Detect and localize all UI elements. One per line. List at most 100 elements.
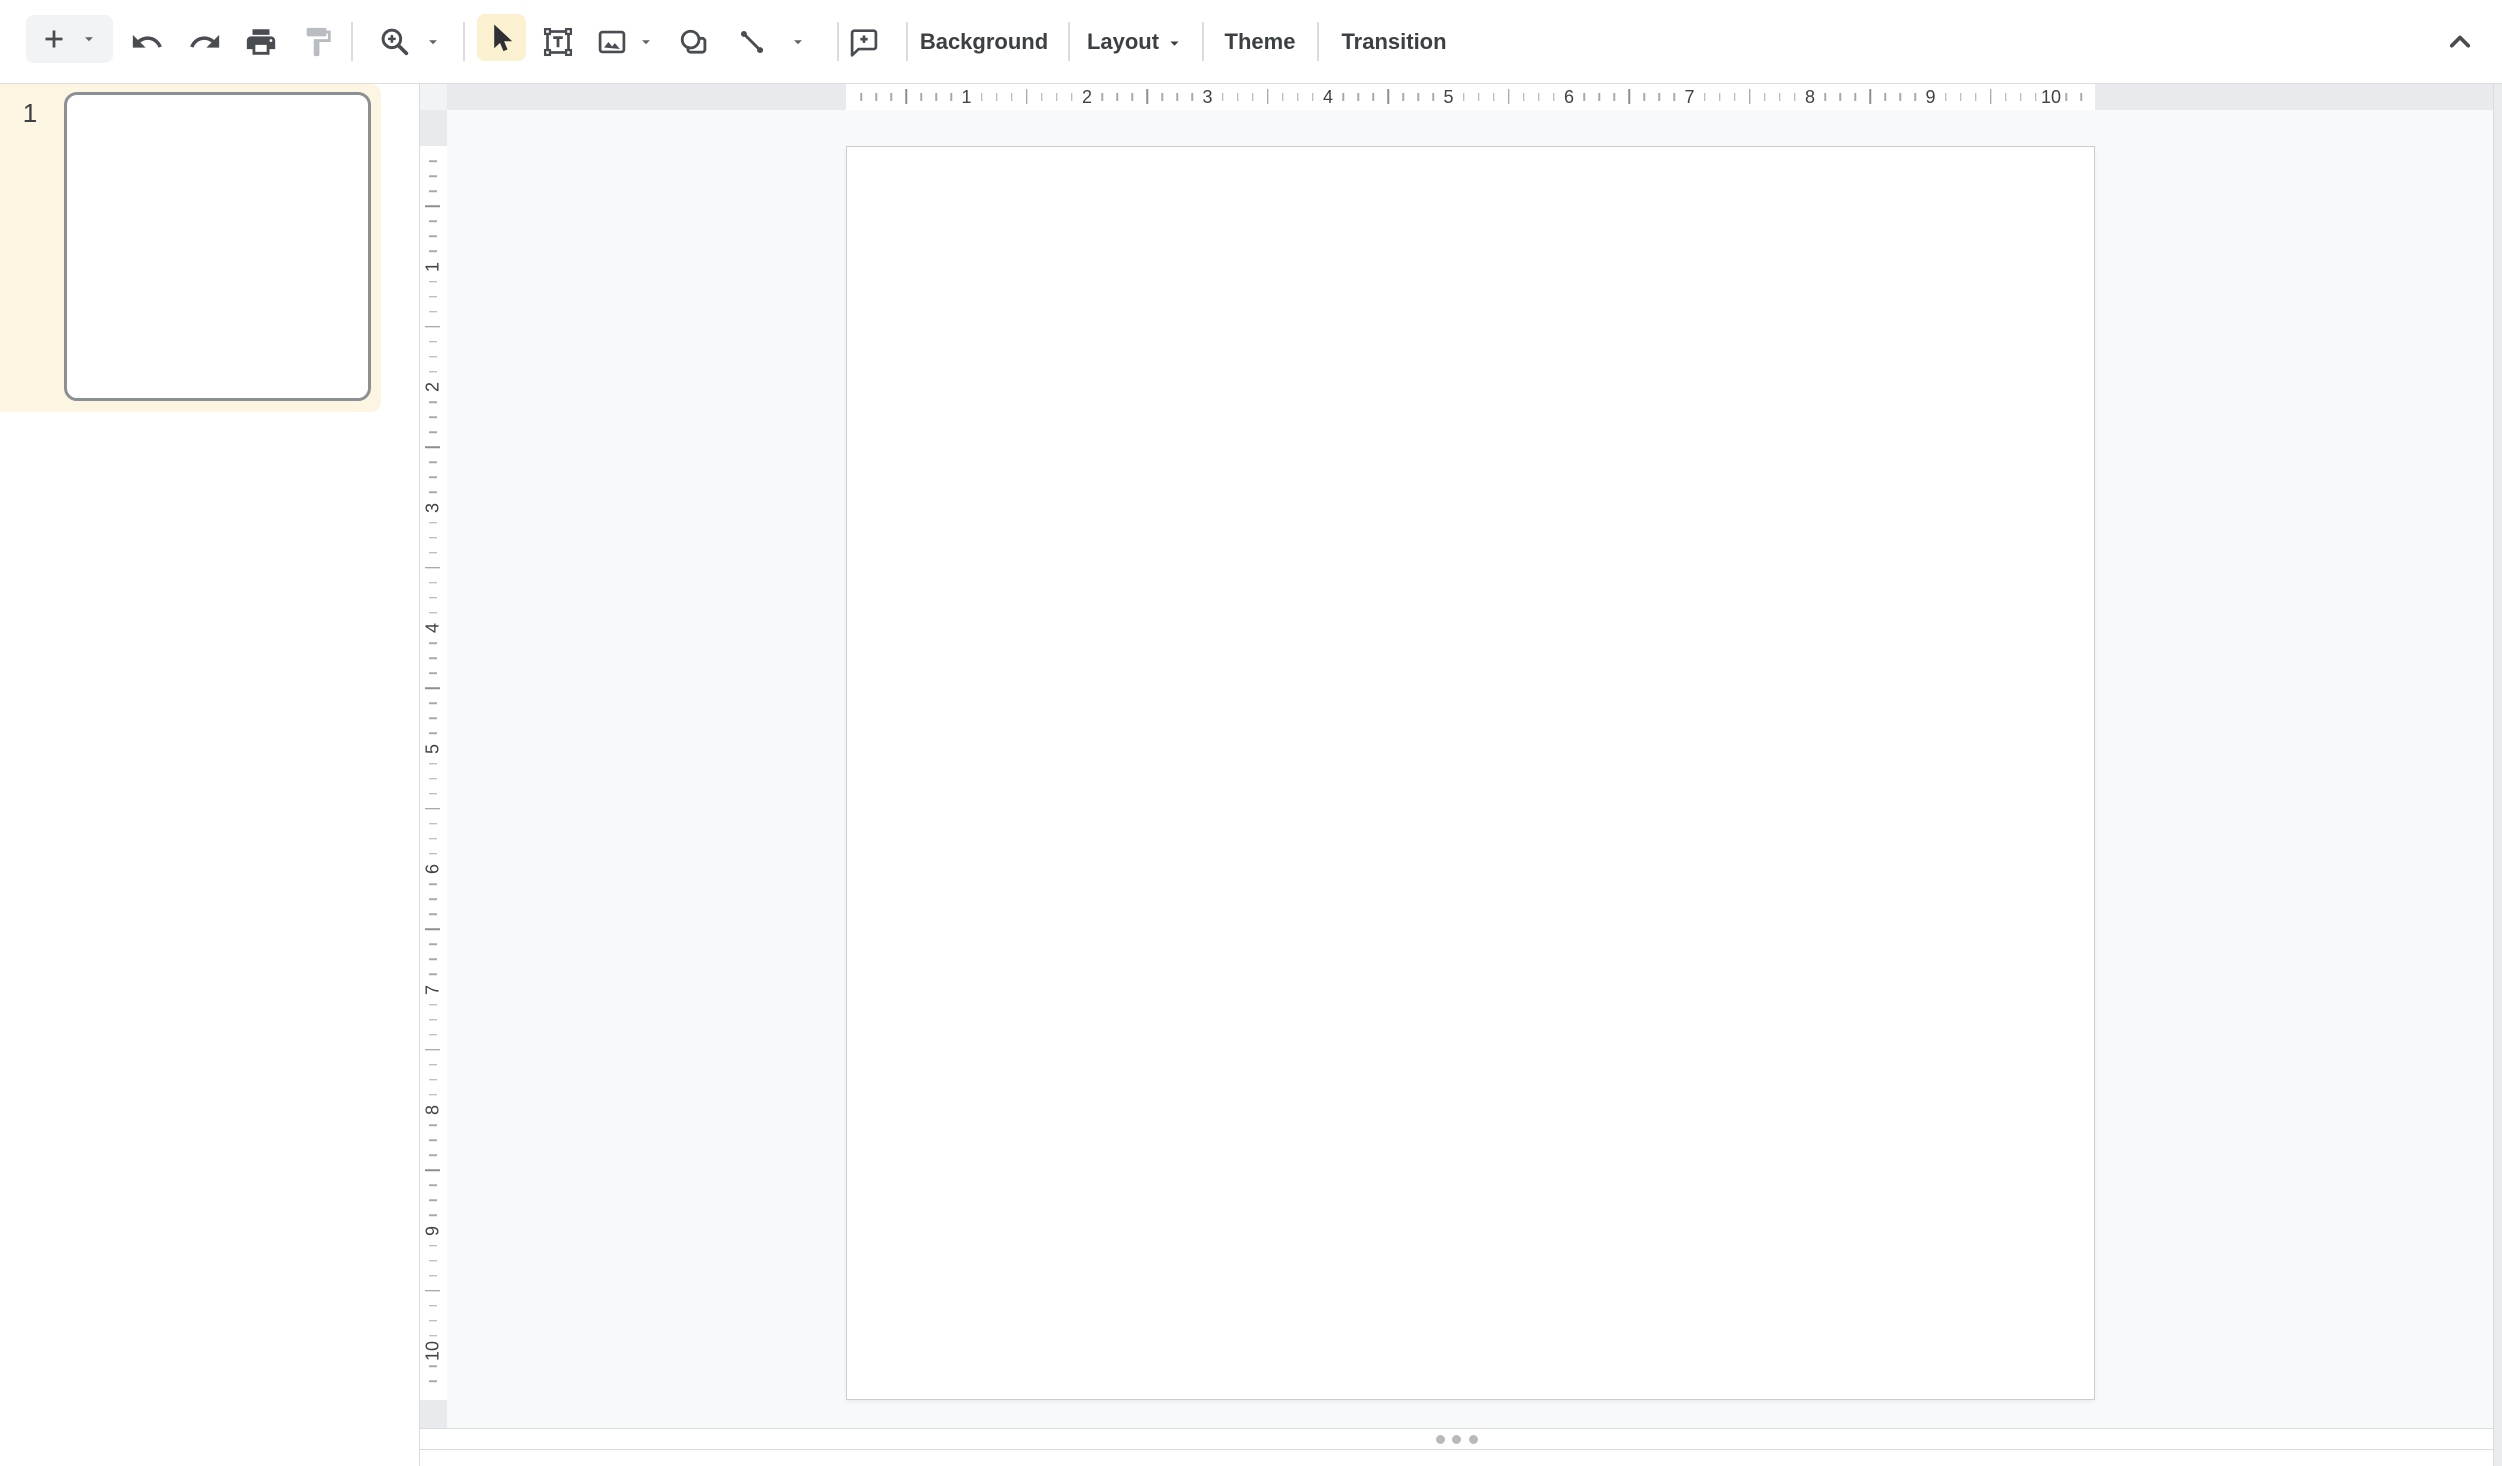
ruler-tick (1900, 93, 1902, 101)
ruler-tick (425, 206, 440, 208)
h-ruler-number: 7 (1684, 84, 1694, 110)
ruler-tick (429, 642, 437, 644)
ruler-tick (875, 93, 877, 101)
ruler-tick (936, 93, 938, 101)
ruler-tick (429, 537, 437, 539)
line-dropdown-caret[interactable] (789, 33, 807, 51)
ruler-tick (906, 89, 908, 104)
ruler-tick (429, 1019, 437, 1021)
h-ruler-number: 3 (1202, 84, 1212, 110)
undo-button[interactable] (129, 24, 165, 60)
slide-page[interactable] (846, 146, 2095, 1400)
slides-editor: Background Layout Theme Transition 1 (0, 0, 2502, 1466)
right-scrollbar-track[interactable] (2493, 84, 2502, 1466)
ruler-tick (429, 898, 437, 900)
zoom-button[interactable] (377, 24, 413, 60)
theme-button[interactable]: Theme (1212, 0, 1308, 83)
ruler-tick (1101, 93, 1103, 101)
layout-button[interactable]: Layout (1078, 0, 1192, 83)
paint-format-button[interactable] (300, 24, 336, 60)
ruler-tick (429, 1124, 437, 1126)
ruler-tick (1870, 89, 1872, 104)
redo-button[interactable] (187, 24, 223, 60)
ruler-tick (429, 1154, 437, 1156)
ruler-tick (1403, 93, 1405, 101)
ruler-tick (425, 447, 440, 449)
line-button[interactable] (734, 24, 770, 60)
toolbar-separator (351, 22, 353, 61)
ruler-tick (429, 1064, 437, 1066)
ruler-tick (429, 175, 437, 177)
v-ruler-number: 4 (423, 623, 444, 633)
image-button[interactable] (594, 24, 630, 60)
ruler-tick (1433, 93, 1435, 101)
print-button[interactable] (243, 24, 279, 60)
slide-selection-highlight[interactable]: 1 (0, 84, 381, 412)
comment-button[interactable] (846, 24, 882, 60)
ruler-tick (1854, 93, 1856, 101)
ruler-tick (429, 793, 437, 795)
ruler-tick (921, 93, 923, 101)
new-slide-dropdown-caret-icon[interactable] (80, 30, 98, 48)
ruler-tick (429, 401, 437, 403)
ruler-tick (1839, 93, 1841, 101)
ruler-tick (1583, 93, 1585, 101)
vertical-ruler-scale: 12345678910 (420, 146, 447, 1400)
v-ruler-number: 6 (423, 864, 444, 874)
ruler-tick (1267, 89, 1269, 104)
ruler-tick (1478, 93, 1480, 101)
toolbar-separator (1202, 22, 1204, 61)
transition-button[interactable]: Transition (1327, 0, 1461, 83)
ruler-tick (425, 1290, 440, 1292)
ruler-tick (1131, 93, 1133, 101)
ruler-tick (429, 431, 437, 433)
ruler-tick (1719, 93, 1721, 101)
ruler-tick (1644, 93, 1646, 101)
ruler-tick (1990, 89, 1992, 104)
zoom-dropdown-caret[interactable] (424, 33, 442, 51)
ruler-tick (429, 597, 437, 599)
notes-resize-handle[interactable] (420, 1429, 2493, 1449)
ruler-tick (429, 236, 437, 238)
ruler-tick (429, 552, 437, 554)
slide-thumbnail[interactable] (64, 92, 371, 401)
background-button[interactable]: Background (920, 0, 1048, 83)
h-ruler-number: 6 (1564, 84, 1574, 110)
text-box-button[interactable] (540, 24, 576, 60)
ruler-tick (429, 1365, 437, 1367)
ruler-tick (1915, 93, 1917, 101)
ruler-tick (2020, 93, 2022, 101)
shape-button[interactable] (676, 24, 712, 60)
plus-icon (39, 24, 69, 54)
ruler-tick (1463, 93, 1465, 101)
h-ruler-number: 9 (1925, 84, 1935, 110)
hide-menus-button[interactable] (2440, 22, 2480, 62)
magnifier-plus-icon (378, 25, 412, 59)
ruler-tick (429, 733, 437, 735)
notes-area[interactable] (420, 1450, 2502, 1466)
ruler-tick (429, 462, 437, 464)
ruler-tick (429, 1185, 437, 1187)
ruler-tick (1237, 93, 1239, 101)
ruler-tick (429, 657, 437, 659)
toolbar-separator (463, 22, 465, 61)
ruler-tick (429, 1079, 437, 1081)
ruler-tick (429, 913, 437, 915)
ruler-tick (1824, 93, 1826, 101)
select-tool-button[interactable] (477, 14, 526, 61)
ruler-tick (429, 1245, 437, 1247)
v-ruler-number: 7 (423, 984, 444, 994)
ruler-tick (429, 1380, 437, 1382)
text-box-icon (541, 25, 575, 59)
image-dropdown-caret[interactable] (637, 33, 655, 51)
v-ruler-number: 3 (423, 502, 444, 512)
ruler-tick (1975, 93, 1977, 101)
ruler-tick (429, 1200, 437, 1202)
vertical-ruler: 12345678910 (420, 110, 447, 1428)
ruler-tick (1764, 93, 1766, 101)
new-slide-button[interactable] (26, 15, 113, 63)
ruler-tick (425, 1049, 440, 1051)
ruler-tick (429, 763, 437, 765)
ruler-tick (951, 93, 953, 101)
ruler-tick (429, 190, 437, 192)
